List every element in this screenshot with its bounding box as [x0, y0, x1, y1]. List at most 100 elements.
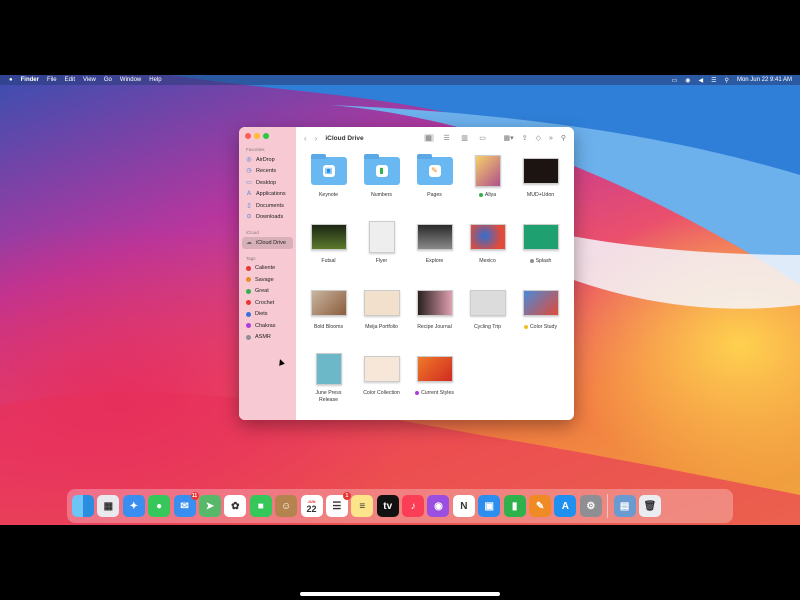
search-icon[interactable]: ⚲: [725, 77, 729, 84]
sidebar-item-icloud-drive[interactable]: ☁ iCloud Drive: [242, 237, 293, 249]
dock-glyph: tv: [383, 500, 393, 512]
close-button[interactable]: [245, 133, 251, 139]
maps-icon[interactable]: ➤: [198, 495, 221, 517]
sidebar-item-documents[interactable]: ▯ Documents: [239, 200, 296, 212]
file-item[interactable]: Futsal: [302, 217, 355, 283]
menu-go[interactable]: Go: [104, 77, 112, 83]
home-indicator[interactable]: [300, 592, 500, 596]
sidebar-tag-5[interactable]: Chakras: [239, 320, 296, 332]
thumbnail-image: [416, 290, 453, 316]
gallery-view-icon[interactable]: ▭: [478, 134, 488, 142]
file-item[interactable]: Meija Portfolio: [355, 283, 408, 349]
file-item[interactable]: Current Styles: [408, 349, 461, 415]
system-preferences-icon[interactable]: ⚙: [579, 495, 602, 517]
share-icon[interactable]: ⇪: [522, 134, 528, 142]
file-label: Pages: [427, 192, 442, 199]
file-item[interactable]: MUD+Udon: [514, 151, 567, 217]
file-item[interactable]: Splash: [514, 217, 567, 283]
thumbnail-image: [363, 290, 400, 316]
sidebar-item-airdrop[interactable]: ◎ AirDrop: [239, 154, 296, 166]
sidebar-item-recents[interactable]: ◷ Recents: [239, 166, 296, 178]
file-thumbnail: [310, 221, 348, 253]
sidebar-tag-2[interactable]: Great: [239, 286, 296, 298]
messages-icon[interactable]: ●: [148, 495, 171, 517]
menu-edit[interactable]: Edit: [65, 77, 75, 83]
wifi-icon[interactable]: ◉: [685, 77, 690, 84]
file-item[interactable]: Mexico: [461, 217, 514, 283]
list-view-icon[interactable]: ☰: [442, 134, 452, 142]
menu-app-name[interactable]: Finder: [21, 77, 39, 83]
sidebar-item-desktop[interactable]: ▭ Desktop: [239, 177, 296, 189]
file-item[interactable]: ▣ Keynote: [302, 151, 355, 217]
facetime-icon[interactable]: ■: [249, 495, 272, 517]
back-icon[interactable]: ‹: [304, 134, 307, 143]
file-item[interactable]: ✎ Pages: [408, 151, 461, 217]
thumbnail-image: [522, 224, 559, 250]
file-name: Futsal: [321, 258, 336, 264]
reminders-icon[interactable]: ☰ 1: [325, 492, 351, 517]
menu-file[interactable]: File: [47, 77, 57, 83]
sidebar-tag-0[interactable]: Caliente: [239, 263, 296, 275]
file-item[interactable]: Color Study: [514, 283, 567, 349]
tag-label: Savage: [255, 276, 274, 283]
tag-label: Crochet: [255, 299, 275, 306]
thumbnail-image: [474, 155, 501, 187]
app-store-icon[interactable]: A: [554, 495, 577, 517]
zoom-button[interactable]: [263, 133, 269, 139]
calendar-icon[interactable]: JUN 22: [300, 495, 323, 517]
file-item[interactable]: June Press Release: [302, 349, 355, 415]
keynote-icon[interactable]: ▣: [478, 495, 501, 517]
column-view-icon[interactable]: ▥: [460, 134, 470, 142]
sidebar-item-downloads[interactable]: ⊙ Downloads: [239, 212, 296, 224]
downloads-stack-icon[interactable]: ▤: [613, 495, 636, 517]
launchpad-icon[interactable]: ▦: [97, 495, 120, 517]
menu-clock[interactable]: Mon Jun 22 9:41 AM: [737, 77, 792, 83]
display-icon[interactable]: ▭: [672, 77, 678, 84]
dock-glyph: N: [460, 500, 468, 512]
search-icon[interactable]: ⚲: [561, 134, 566, 142]
menu-help[interactable]: Help: [149, 77, 161, 83]
tv-icon[interactable]: tv: [376, 495, 399, 517]
sidebar-tag-4[interactable]: Diets: [239, 309, 296, 321]
sidebar-tag-3[interactable]: Crochet: [239, 297, 296, 309]
forward-icon[interactable]: ›: [315, 134, 318, 143]
file-item[interactable]: Aliya: [461, 151, 514, 217]
tag-icon[interactable]: ◇: [536, 134, 541, 142]
tag-label: Caliente: [255, 265, 276, 272]
window-controls: [239, 133, 296, 139]
contacts-icon[interactable]: ☺: [275, 495, 298, 517]
file-item[interactable]: ▮ Numbers: [355, 151, 408, 217]
file-item[interactable]: Color Collection: [355, 349, 408, 415]
volume-icon[interactable]: ◀: [699, 77, 704, 84]
sidebar-item-applications[interactable]: A Applications: [239, 189, 296, 201]
control-center-icon[interactable]: ☰: [711, 77, 716, 84]
more-icon[interactable]: »: [549, 135, 553, 142]
menu-view[interactable]: View: [83, 77, 96, 83]
pages-icon[interactable]: ✎: [529, 495, 552, 517]
dock-divider: [607, 494, 609, 518]
mail-icon[interactable]: ✉ 11: [173, 492, 199, 517]
minimize-button[interactable]: [254, 133, 260, 139]
trash-icon[interactable]: 🗑: [638, 495, 661, 517]
desktop[interactable]: ● Finder File Edit View Go Window Help ▭…: [0, 75, 800, 525]
file-item[interactable]: Recipe Journal: [408, 283, 461, 349]
music-icon[interactable]: ♪: [402, 495, 425, 517]
menu-window[interactable]: Window: [120, 77, 141, 83]
finder-icon[interactable]: [72, 495, 94, 517]
file-item[interactable]: Bold Blooms: [302, 283, 355, 349]
icon-view-icon[interactable]: ▦: [423, 134, 434, 142]
sidebar-tag-1[interactable]: Savage: [239, 274, 296, 286]
apple-menu-icon[interactable]: ●: [9, 77, 13, 83]
news-icon[interactable]: N: [452, 495, 475, 517]
numbers-icon[interactable]: ▮: [503, 495, 526, 517]
photos-icon[interactable]: ✿: [224, 495, 247, 517]
group-icon[interactable]: ▦▾: [504, 134, 514, 142]
notes-icon[interactable]: ≡: [351, 495, 374, 517]
file-item[interactable]: Explore: [408, 217, 461, 283]
file-item[interactable]: Cycling Trip: [461, 283, 514, 349]
finder-window[interactable]: Favorites ◎ AirDrop ◷ Recents ▭ Desktop A Ap…: [239, 127, 574, 420]
podcasts-icon[interactable]: ◉: [427, 495, 450, 517]
file-item[interactable]: Flyer: [355, 217, 408, 283]
sidebar-tag-6[interactable]: ASMR: [239, 332, 296, 344]
safari-icon[interactable]: ✦: [122, 495, 145, 517]
